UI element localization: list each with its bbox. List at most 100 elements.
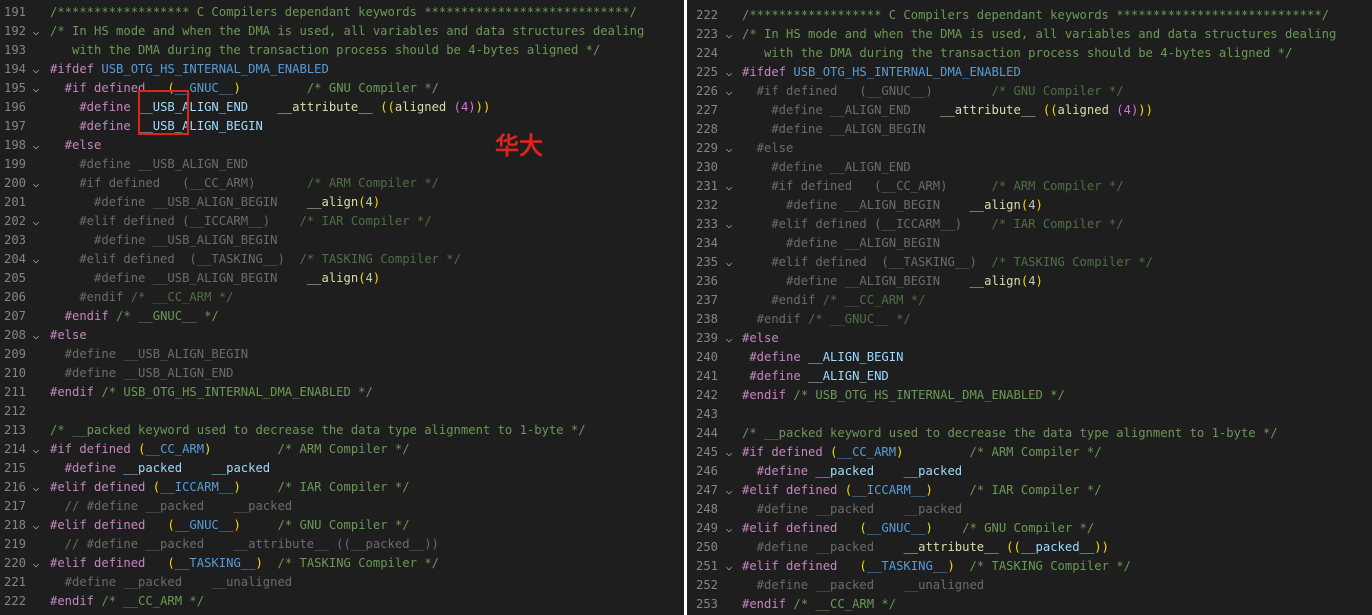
code-line[interactable]: 249 ⌵ #elif defined (__GNUC__) /* GNU Comp… [687, 519, 1372, 538]
code-token: /* __CC_ARM */ [101, 594, 205, 608]
fold-chevron-icon[interactable]: ⌵ [30, 554, 42, 573]
code-line[interactable]: 250 #define __packed __attribute__ ((__p… [687, 538, 1372, 557]
code-line[interactable]: 251 ⌵ #elif defined (__TASKING__) /* TASKI… [687, 557, 1372, 576]
code-line[interactable]: 198 ⌵ #else [0, 136, 684, 155]
code-line[interactable]: 223 ⌵ /* In HS mode and when the DMA is us… [687, 25, 1372, 44]
fold-chevron-icon[interactable]: ⌵ [30, 212, 42, 231]
code-line[interactable]: 245 ⌵ #if defined (__CC_ARM) /* ARM Compil… [687, 443, 1372, 462]
fold-chevron-icon[interactable]: ⌵ [30, 326, 42, 345]
code-line[interactable]: 218 ⌵ #elif defined (__GNUC__) /* GNU Comp… [0, 516, 684, 535]
code-line[interactable]: 222 #endif /* __CC_ARM */ [0, 592, 684, 611]
code-line[interactable]: 210 #define __USB_ALIGN_END [0, 364, 684, 383]
code-line[interactable]: 205 #define __USB_ALIGN_BEGIN __align(4) [0, 269, 684, 288]
code-line[interactable]: 201 #define __USB_ALIGN_BEGIN __align(4) [0, 193, 684, 212]
code-line[interactable]: 197 #define __USB_ALIGN_BEGIN [0, 117, 684, 136]
code-text: #if defined (__CC_ARM) /* ARM Compiler *… [50, 174, 439, 193]
code-line[interactable]: 206 #endif /* __CC_ARM */ [0, 288, 684, 307]
code-line[interactable]: 233 ⌵ #elif defined (__ICCARM__) /* IAR C… [687, 215, 1372, 234]
code-line[interactable]: 227 #define __ALIGN_END __attribute__ ((… [687, 101, 1372, 120]
code-line[interactable]: 226 ⌵ #if defined (__GNUC__) /* GNU Compi… [687, 82, 1372, 101]
fold-chevron-icon[interactable]: ⌵ [723, 557, 735, 576]
code-line[interactable]: 244 /* __packed keyword used to decrease … [687, 424, 1372, 443]
code-line[interactable]: 252 #define __packed __unaligned [687, 576, 1372, 595]
code-line[interactable]: 241 #define __ALIGN_END [687, 367, 1372, 386]
fold-chevron-icon[interactable]: ⌵ [723, 177, 735, 196]
code-line[interactable]: 234 #define __ALIGN_BEGIN [687, 234, 1372, 253]
code-line[interactable]: 208 ⌵ #else [0, 326, 684, 345]
fold-chevron-icon[interactable]: ⌵ [30, 250, 42, 269]
code-token: /* __packed keyword used to decrease the… [50, 423, 586, 437]
fold-chevron-icon[interactable]: ⌵ [723, 443, 735, 462]
code-line[interactable]: 235 ⌵ #elif defined (__TASKING__) /* TASK… [687, 253, 1372, 272]
fold-chevron-icon[interactable]: ⌵ [723, 329, 735, 348]
fold-chevron-icon[interactable]: ⌵ [30, 79, 42, 98]
code-line[interactable]: 209 #define __USB_ALIGN_BEGIN [0, 345, 684, 364]
code-line[interactable]: 211 #endif /* USB_OTG_HS_INTERNAL_DMA_ENA… [0, 383, 684, 402]
code-token: ) [925, 521, 933, 535]
code-pane-left[interactable]: 191 /****************** C Compilers depen… [0, 0, 684, 615]
code-pane-right[interactable]: 222 /****************** C Compilers depen… [687, 0, 1372, 615]
fold-chevron-icon[interactable]: ⌵ [30, 60, 42, 79]
code-line[interactable]: 232 #define __ALIGN_BEGIN __align(4) [687, 196, 1372, 215]
code-line[interactable]: 240 #define __ALIGN_BEGIN [687, 348, 1372, 367]
fold-chevron-icon[interactable]: ⌵ [30, 516, 42, 535]
fold-chevron-icon[interactable]: ⌵ [723, 25, 735, 44]
code-line[interactable]: 224 with the DMA during the transaction … [687, 44, 1372, 63]
code-line[interactable]: 231 ⌵ #if defined (__CC_ARM) /* ARM Compi… [687, 177, 1372, 196]
code-line[interactable]: 219 // #define __packed __attribute__ ((… [0, 535, 684, 554]
code-token: /* TASKING Compiler */ [991, 255, 1153, 269]
code-line[interactable]: 217 // #define __packed __packed [0, 497, 684, 516]
code-text: #define __ALIGN_END __attribute__ ((alig… [742, 101, 1153, 120]
code-line[interactable]: 229 ⌵ #else [687, 139, 1372, 158]
code-line[interactable]: 214 ⌵ #if defined (__CC_ARM) /* ARM Compil… [0, 440, 684, 459]
code-line[interactable]: 194 ⌵ #ifdef USB_OTG_HS_INTERNAL_DMA_ENABL… [0, 60, 684, 79]
code-line[interactable]: 253 #endif /* __CC_ARM */ [687, 595, 1372, 614]
code-line[interactable]: 225 ⌵ #ifdef USB_OTG_HS_INTERNAL_DMA_ENABL… [687, 63, 1372, 82]
code-line[interactable]: 203 #define __USB_ALIGN_BEGIN [0, 231, 684, 250]
code-token: __packed__ [1020, 540, 1095, 554]
code-line[interactable]: 215 #define __packed __packed [0, 459, 684, 478]
code-line[interactable]: 230 #define __ALIGN_END [687, 158, 1372, 177]
code-line[interactable]: 246 #define __packed __packed [687, 462, 1372, 481]
code-line[interactable]: 202 ⌵ #elif defined (__ICCARM__) /* IAR C… [0, 212, 684, 231]
fold-chevron-icon[interactable]: ⌵ [723, 215, 735, 234]
code-line[interactable]: 200 ⌵ #if defined (__CC_ARM) /* ARM Compi… [0, 174, 684, 193]
code-line[interactable]: 248 #define __packed __packed [687, 500, 1372, 519]
code-line[interactable]: 221 #define __packed __unaligned [0, 573, 684, 592]
fold-chevron-icon[interactable]: ⌵ [723, 63, 735, 82]
code-line[interactable]: 195 ⌵ #if defined (__GNUC__) /* GNU Compi… [0, 79, 684, 98]
fold-chevron-icon[interactable]: ⌵ [30, 22, 42, 41]
code-line[interactable]: 228 #define __ALIGN_BEGIN [687, 120, 1372, 139]
fold-chevron-icon[interactable]: ⌵ [723, 253, 735, 272]
code-line[interactable]: 207 #endif /* __GNUC__ */ [0, 307, 684, 326]
line-number: 212 [3, 404, 26, 418]
fold-chevron-icon[interactable]: ⌵ [723, 139, 735, 158]
code-line[interactable]: 243 [687, 405, 1372, 424]
code-line[interactable]: 238 #endif /* __GNUC__ */ [687, 310, 1372, 329]
fold-chevron-icon[interactable]: ⌵ [723, 82, 735, 101]
fold-chevron-icon[interactable]: ⌵ [30, 478, 42, 497]
fold-chevron-icon[interactable]: ⌵ [30, 136, 42, 155]
code-line[interactable]: 204 ⌵ #elif defined (__TASKING__) /* TASK… [0, 250, 684, 269]
code-line[interactable]: 191 /****************** C Compilers depen… [0, 3, 684, 22]
code-line[interactable]: 199 #define __USB_ALIGN_END [0, 155, 684, 174]
code-line[interactable]: 242 #endif /* USB_OTG_HS_INTERNAL_DMA_ENA… [687, 386, 1372, 405]
code-line[interactable]: 216 ⌵ #elif defined (__ICCARM__) /* IAR Co… [0, 478, 684, 497]
code-line[interactable]: 247 ⌵ #elif defined (__ICCARM__) /* IAR Co… [687, 481, 1372, 500]
fold-chevron-icon[interactable]: ⌵ [30, 174, 42, 193]
code-line[interactable]: 237 #endif /* __CC_ARM */ [687, 291, 1372, 310]
code-line[interactable]: 212 [0, 402, 684, 421]
code-line[interactable]: 196 #define __USB_ALIGN_END __attribute_… [0, 98, 684, 117]
fold-chevron-icon[interactable]: ⌵ [30, 440, 42, 459]
code-line[interactable]: 222 /****************** C Compilers depen… [687, 6, 1372, 25]
code-line[interactable]: 192 ⌵ /* In HS mode and when the DMA is us… [0, 22, 684, 41]
code-text: #define __USB_ALIGN_END [50, 155, 248, 174]
code-line[interactable]: 239 ⌵ #else [687, 329, 1372, 348]
code-line[interactable]: 236 #define __ALIGN_BEGIN __align(4) [687, 272, 1372, 291]
code-line[interactable]: 193 with the DMA during the transaction … [0, 41, 684, 60]
fold-chevron-icon[interactable]: ⌵ [723, 519, 735, 538]
fold-chevron-icon[interactable]: ⌵ [723, 481, 735, 500]
code-line[interactable]: 213 /* __packed keyword used to decrease … [0, 421, 684, 440]
code-line[interactable]: 220 ⌵ #elif defined (__TASKING__) /* TASKI… [0, 554, 684, 573]
